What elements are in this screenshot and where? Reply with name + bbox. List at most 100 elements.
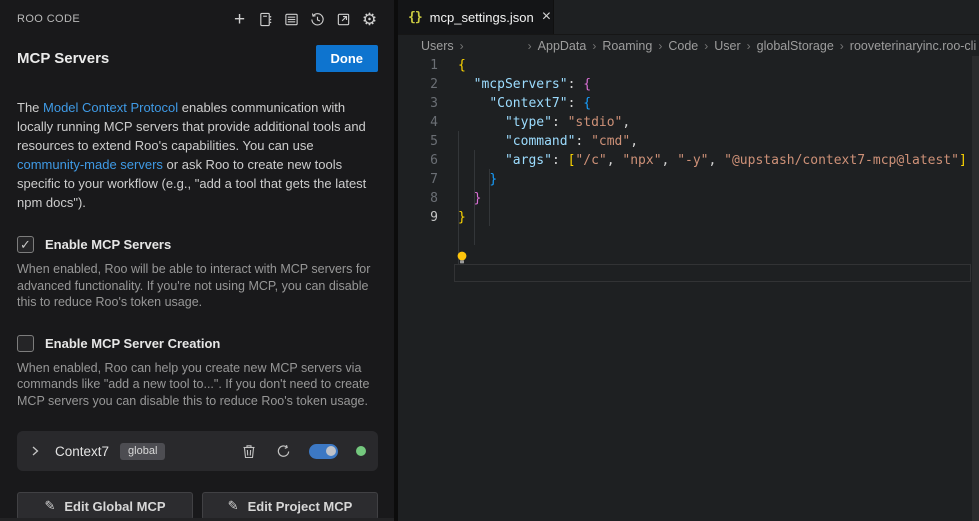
code-token: "stdio": [568, 115, 623, 130]
tab-filename: mcp_settings.json: [430, 10, 534, 25]
breadcrumb-separator: ›: [658, 39, 662, 53]
delete-server-trash-icon[interactable]: [241, 443, 257, 459]
code-line: 9}: [398, 208, 979, 227]
breadcrumb-item[interactable]: Code: [668, 39, 698, 53]
server-enabled-toggle[interactable]: [309, 444, 338, 459]
json-file-icon: {}: [408, 10, 422, 25]
enable-mcp-creation-description: When enabled, Roo can help you create ne…: [17, 360, 377, 410]
code-token: [458, 134, 505, 149]
server-row-context7: Context7 global: [17, 431, 378, 471]
code-token: "cmd": [591, 134, 630, 149]
enable-mcp-servers-row: ✓ Enable MCP Servers: [17, 236, 378, 253]
enable-mcp-creation-checkbox[interactable]: [17, 335, 34, 352]
editor-scrollbar[interactable]: [972, 56, 979, 521]
line-number: 1: [398, 56, 438, 75]
code-line: 2 "mcpServers": {: [398, 75, 979, 94]
enable-mcp-servers-description: When enabled, Roo will be able to intera…: [17, 261, 377, 311]
code-line: 7 }: [398, 170, 979, 189]
code-token: "type": [505, 115, 552, 130]
enable-mcp-servers-checkbox[interactable]: ✓: [17, 236, 34, 253]
line-number: 2: [398, 75, 438, 94]
mcp-servers-icon[interactable]: [283, 11, 300, 28]
code-token: }: [474, 191, 482, 206]
code-line: 8 }: [398, 189, 979, 208]
code-token: ,: [607, 153, 623, 168]
model-context-protocol-link[interactable]: Model Context Protocol: [43, 100, 178, 115]
code-token: :: [568, 96, 584, 111]
code-token: "/c": [575, 153, 606, 168]
code-token: {: [583, 77, 591, 92]
edit-global-mcp-button[interactable]: ✎ Edit Global MCP: [17, 492, 193, 520]
code-lines: 1{2 "mcpServers": {3 "Context7": {4 "typ…: [398, 56, 979, 227]
code-token: :: [552, 115, 568, 130]
intro-text: The: [17, 100, 43, 115]
server-name: Context7: [55, 444, 109, 459]
done-button[interactable]: Done: [316, 45, 379, 72]
code-token: "npx": [622, 153, 661, 168]
toggle-knob: [326, 446, 336, 456]
open-in-new-icon[interactable]: [335, 11, 352, 28]
code-token: "command": [505, 134, 575, 149]
restart-server-icon[interactable]: [275, 443, 291, 459]
community-made-servers-link[interactable]: community-made servers: [17, 157, 163, 172]
code-token: "@upstash/context7-mcp@latest": [724, 153, 959, 168]
breadcrumb-separator: ›: [704, 39, 708, 53]
code-token: ,: [709, 153, 725, 168]
enable-mcp-creation-label: Enable MCP Server Creation: [45, 336, 220, 351]
chevron-right-icon[interactable]: [27, 443, 43, 459]
code-token: {: [458, 58, 466, 73]
breadcrumb-item[interactable]: User: [714, 39, 740, 53]
code-token: [458, 172, 489, 187]
breadcrumb-item[interactable]: Roaming: [602, 39, 652, 53]
enable-mcp-creation-row: Enable MCP Server Creation: [17, 335, 378, 352]
code-token: ]: [959, 153, 967, 168]
sidebar-header-icons: +: [231, 11, 378, 28]
breadcrumb-item[interactable]: AppData: [538, 39, 587, 53]
tab-close-icon[interactable]: ×: [542, 9, 551, 25]
line-number: 9: [398, 208, 438, 227]
mcp-intro-paragraph: The Model Context Protocol enables commu…: [17, 98, 379, 212]
tab-mcp-settings-json[interactable]: {} mcp_settings.json ×: [398, 0, 554, 34]
line-number: 6: [398, 151, 438, 170]
line-number: 4: [398, 113, 438, 132]
breadcrumb-separator: ›: [460, 39, 464, 53]
server-status-dot: [356, 446, 366, 456]
code-line: 6 "args": ["/c", "npx", "-y", "@upstash/…: [398, 151, 979, 170]
history-icon[interactable]: [309, 11, 326, 28]
roo-code-brand: ROO CODE: [17, 13, 80, 25]
line-number: 5: [398, 132, 438, 151]
prompts-notepad-icon[interactable]: [257, 11, 274, 28]
code-token: [458, 96, 489, 111]
code-token: }: [489, 172, 497, 187]
server-actions: [241, 443, 366, 459]
code-token: [458, 77, 474, 92]
code-token: [458, 153, 505, 168]
breadcrumb-item[interactable]: rooveterinaryinc.roo-cli: [850, 39, 976, 53]
code-token: ,: [630, 134, 638, 149]
roo-code-sidebar: ROO CODE +: [0, 0, 394, 521]
code-token: "Context7": [489, 96, 567, 111]
line-number: 8: [398, 189, 438, 208]
breadcrumb-item[interactable]: Users: [421, 39, 454, 53]
code-token: {: [583, 96, 591, 111]
server-scope-badge: global: [120, 443, 165, 460]
lightbulb-icon[interactable]: [456, 251, 468, 265]
code-line: 1{: [398, 56, 979, 75]
sidebar-header: ROO CODE +: [17, 8, 378, 30]
code-token: [458, 115, 505, 130]
code-token: :: [552, 153, 568, 168]
code-token: ,: [662, 153, 678, 168]
pencil-icon: ✎: [44, 498, 55, 514]
code-token: :: [568, 77, 584, 92]
edit-global-mcp-label: Edit Global MCP: [64, 499, 165, 514]
code-editor[interactable]: 1{2 "mcpServers": {3 "Context7": {4 "typ…: [398, 56, 979, 521]
code-line: 4 "type": "stdio",: [398, 113, 979, 132]
new-task-plus-icon[interactable]: +: [231, 11, 248, 28]
code-token: "-y": [677, 153, 708, 168]
edit-project-mcp-button[interactable]: ✎ Edit Project MCP: [202, 492, 378, 520]
breadcrumb-item[interactable]: globalStorage: [757, 39, 834, 53]
editor-tab-bar: {} mcp_settings.json ×: [398, 0, 979, 35]
edit-buttons-row: ✎ Edit Global MCP ✎ Edit Project MCP: [17, 492, 378, 520]
current-line-highlight: [454, 264, 971, 282]
gear-icon[interactable]: ⚙: [361, 11, 378, 28]
